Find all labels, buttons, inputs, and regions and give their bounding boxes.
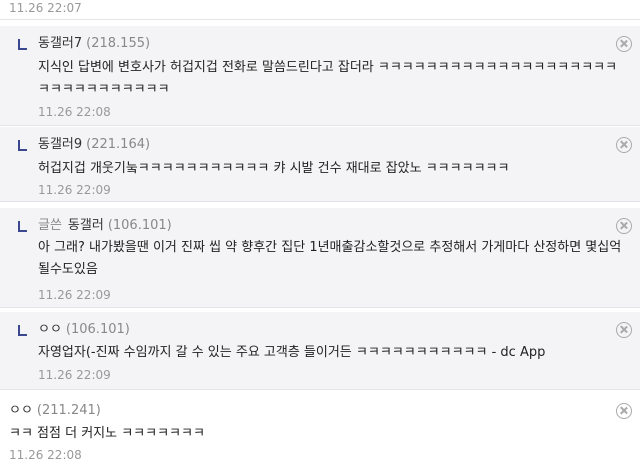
reply-arrow-icon bbox=[18, 221, 27, 232]
reply-item: 동갤러9 (221.164) 허겁지겁 개웃기눜ㅋㅋㅋㅋㅋㅋㅋㅋㅋㅋㅋ 캬 시발 … bbox=[0, 127, 640, 202]
comment-item: ㅇㅇ (211.241) ㅋㅋ 점점 더 커지노 ㅋㅋㅋㅋㅋㅋㅋ 11.26 22… bbox=[0, 393, 640, 467]
comment-text: 자영업자(-진짜 수임까지 갈 수 있는 주요 고객층 들이거든 ㅋㅋㅋㅋㅋㅋㅋ… bbox=[38, 345, 546, 360]
comment-timestamp: 11.26 22:08 bbox=[9, 448, 82, 462]
reply-item: 동갤러7 (218.155) 지식인 답변에 변호사가 허겁지겁 전화로 말씀드린… bbox=[0, 26, 640, 126]
ip-address: (211.241) bbox=[36, 403, 101, 418]
ip-address: (218.155) bbox=[86, 36, 151, 51]
reply-arrow-icon bbox=[18, 140, 27, 151]
comment-text: 허겁지겁 개웃기눜ㅋㅋㅋㅋㅋㅋㅋㅋㅋㅋㅋ 캬 시발 건수 재대로 잡았노 ㅋㅋㅋ… bbox=[38, 161, 510, 176]
comment-text: 아 그래? 내가봤을땐 이거 진짜 씹 약 향후간 집단 1년매출감소할것으로 … bbox=[38, 240, 622, 277]
comment-text: 지식인 답변에 변호사가 허겁지겁 전화로 말씀드린다고 잡더라 ㅋㅋㅋㅋㅋㅋㅋ… bbox=[38, 60, 618, 97]
delete-icon[interactable] bbox=[616, 137, 632, 153]
ip-address: (106.101) bbox=[107, 218, 172, 233]
nickname[interactable]: ㅇㅇ bbox=[9, 403, 33, 418]
nickname[interactable]: 동갤러 bbox=[68, 218, 104, 233]
nickname[interactable]: ㅇㅇ bbox=[38, 322, 62, 337]
delete-icon[interactable] bbox=[616, 322, 632, 338]
comment-timestamp: 11.26 22:09 bbox=[38, 288, 111, 302]
ip-address: (106.101) bbox=[65, 322, 130, 337]
reply-arrow-icon bbox=[18, 39, 27, 50]
delete-icon[interactable] bbox=[616, 403, 632, 419]
reply-arrow-icon bbox=[18, 325, 27, 336]
delete-icon[interactable] bbox=[616, 36, 632, 52]
comment-header: 글쓴 동갤러 (106.101) bbox=[38, 218, 172, 234]
comment-header: 동갤러7 (218.155) bbox=[38, 36, 150, 52]
comment-header: 동갤러9 (221.164) bbox=[38, 137, 150, 153]
reply-item: 글쓴 동갤러 (106.101) 아 그래? 내가봤을땐 이거 진짜 씹 약 향후간… bbox=[0, 208, 640, 308]
ip-address: (221.164) bbox=[86, 137, 151, 152]
comment-header: ㅇㅇ (211.241) bbox=[9, 403, 101, 419]
delete-icon[interactable] bbox=[616, 218, 632, 234]
reply-item: ㅇㅇ (106.101) 자영업자(-진짜 수임까지 갈 수 있는 주요 고객층 … bbox=[0, 312, 640, 390]
comment-timestamp: 11.26 22:08 bbox=[38, 105, 111, 119]
comment-timestamp: 11.26 22:09 bbox=[38, 183, 111, 197]
author-badge: 글쓴 bbox=[38, 218, 62, 233]
nickname[interactable]: 동갤러9 bbox=[38, 137, 82, 152]
comment-header: ㅇㅇ (106.101) bbox=[38, 322, 130, 338]
comment-timestamp: 11.26 22:07 bbox=[0, 0, 640, 20]
comment-timestamp: 11.26 22:09 bbox=[38, 368, 111, 382]
comment-text: ㅋㅋ 점점 더 커지노 ㅋㅋㅋㅋㅋㅋㅋ bbox=[9, 426, 205, 441]
nickname[interactable]: 동갤러7 bbox=[38, 36, 82, 51]
